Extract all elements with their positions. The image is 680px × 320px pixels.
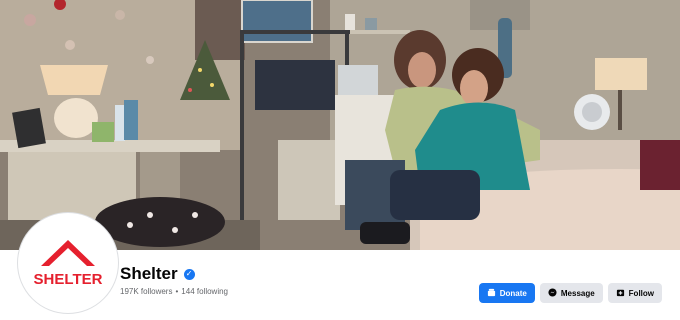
page-title[interactable]: Shelter xyxy=(120,264,178,284)
followers-count[interactable]: 197K followers xyxy=(120,287,172,296)
messenger-icon xyxy=(548,287,557,299)
profile-actions: Donate Message Follow xyxy=(478,283,662,303)
stats-separator: • xyxy=(175,287,179,296)
page-stats: 197K followers • 144 following xyxy=(120,287,228,296)
cover-photo-image xyxy=(0,0,680,250)
following-count[interactable]: 144 following xyxy=(181,287,228,296)
verified-badge-icon: ✓ xyxy=(183,268,195,280)
message-button[interactable]: Message xyxy=(539,283,603,303)
page-name-row: Shelter ✓ xyxy=(120,264,195,284)
follow-button[interactable]: Follow xyxy=(607,283,662,303)
follow-icon xyxy=(616,288,625,299)
logo-text: SHELTER xyxy=(34,271,103,288)
donate-button[interactable]: Donate xyxy=(478,283,535,303)
shelter-logo: SHELTER xyxy=(21,216,115,310)
donate-icon xyxy=(487,288,496,299)
donate-label: Donate xyxy=(499,288,527,298)
follow-label: Follow xyxy=(628,288,654,298)
profile-avatar[interactable]: SHELTER xyxy=(18,213,118,313)
cover-photo[interactable] xyxy=(0,0,680,250)
message-label: Message xyxy=(560,288,595,298)
